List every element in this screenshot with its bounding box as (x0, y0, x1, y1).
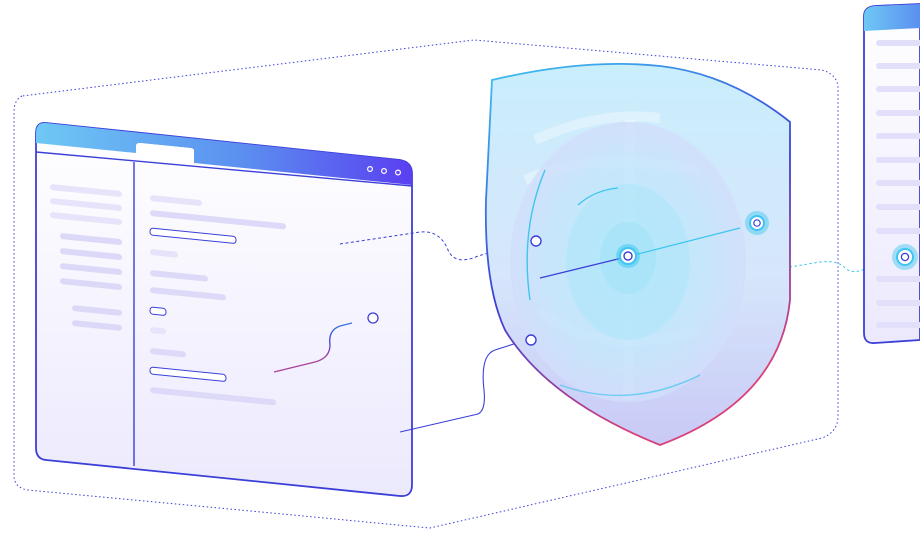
content-placeholder (876, 40, 920, 46)
right-window-frame (863, 3, 920, 344)
content-placeholder (876, 133, 920, 139)
content-placeholder (876, 180, 920, 186)
solid-connector (399, 341, 521, 433)
content-placeholder (876, 63, 920, 69)
node-icon (530, 235, 542, 247)
node-icon (525, 334, 537, 346)
content-placeholder (876, 300, 920, 306)
content-placeholder (876, 110, 920, 116)
content-placeholder (876, 276, 920, 282)
node-icon (367, 312, 379, 324)
shield-icon (484, 62, 791, 446)
content-placeholder (876, 228, 920, 234)
node-icon (892, 244, 918, 270)
content-placeholder (876, 86, 920, 92)
right-window-titlebar (864, 4, 920, 31)
node-icon (745, 211, 769, 235)
content-placeholder (876, 322, 920, 328)
content-placeholder (876, 157, 920, 163)
checkbox-placeholder (149, 306, 167, 316)
security-illustration (13, 3, 920, 529)
content-placeholder (876, 204, 920, 210)
left-app-window (35, 122, 413, 497)
right-app-window (863, 3, 920, 344)
node-icon (616, 244, 640, 268)
